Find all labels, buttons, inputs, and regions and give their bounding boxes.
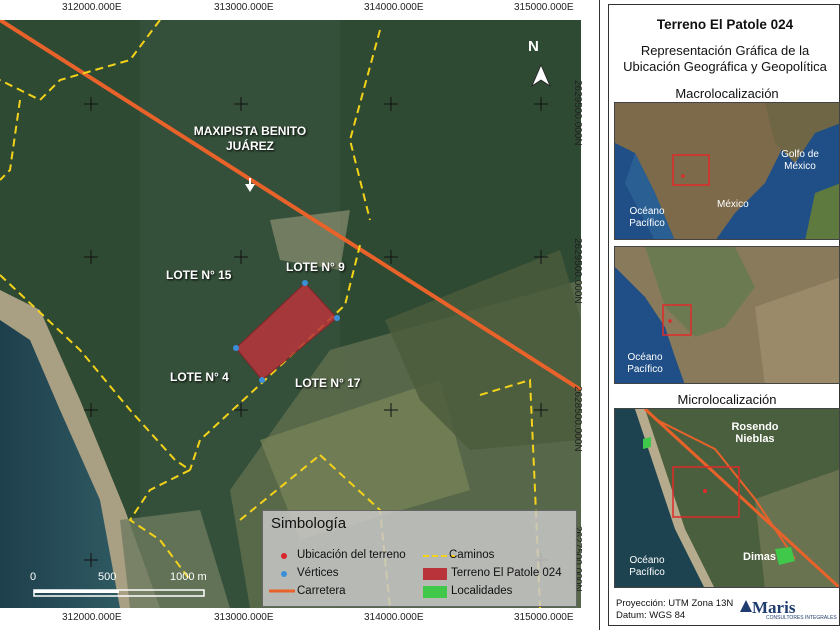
- coord-top-3: 314000.000E: [364, 2, 424, 13]
- micro-label-rosendo: Rosendo Nieblas: [731, 421, 779, 445]
- panel-subtitle-2: Ubicación Geográfica y Geopolítica: [623, 59, 827, 74]
- legend-item-location: Ubicación del terreno: [297, 549, 406, 561]
- legend-title: Simbología: [271, 515, 347, 532]
- red-dot-symbol: [281, 553, 287, 559]
- orange-line-symbol: [269, 589, 295, 593]
- legend-item-paths: Caminos: [449, 549, 495, 561]
- lot-label-17: LOTE N° 17: [295, 376, 361, 390]
- legend-item-localities: Localidades: [451, 585, 513, 597]
- legend-item-vertices: Vértices: [297, 567, 339, 579]
- north-arrow-label: N: [528, 38, 539, 55]
- coord-bottom-4: 315000.000E: [514, 612, 574, 623]
- maris-logo-icon: [740, 600, 752, 612]
- highway-label: MAXIPISTA BENITO JUÁREZ: [193, 124, 307, 153]
- legend-item-parcel: Terreno El Patole 024: [451, 567, 562, 579]
- micro-heading: Microlocalización: [677, 392, 777, 407]
- scale-label-0: 0: [30, 571, 37, 583]
- macro-heading: Macrolocalización: [675, 86, 779, 101]
- coord-top-2: 313000.000E: [214, 2, 274, 13]
- regional-map: Océano Pacífico: [614, 246, 840, 384]
- main-map: 312000.000E 313000.000E 314000.000E 3150…: [0, 0, 600, 630]
- coord-top-1: 312000.000E: [62, 2, 122, 13]
- red-polygon-symbol: [423, 568, 447, 580]
- coord-bottom-3: 314000.000E: [364, 612, 424, 623]
- datum-text: Datum: WGS 84: [616, 610, 686, 621]
- coord-right-1: 2629500.000N: [572, 80, 583, 146]
- blue-dot-symbol: [281, 571, 287, 577]
- micro-label-ocean: Océano Pacífico: [629, 555, 665, 578]
- regional-label-ocean: Océano Pacífico: [627, 352, 663, 375]
- lot-label-9: LOTE N° 9: [286, 260, 345, 274]
- legend-item-highway: Carretera: [297, 585, 346, 597]
- coord-right-3: 2628500.000N: [572, 386, 583, 452]
- macro-label-mexico: México: [717, 199, 749, 210]
- macro-label-ocean: Océano Pacífico: [629, 206, 665, 229]
- maris-logo-sub: CONSULTORES INTEGRALES: [766, 615, 837, 621]
- panel-subtitle-1: Representación Gráfica de la: [640, 43, 810, 58]
- panel-title: Terreno El Patole 024: [656, 17, 794, 32]
- green-polygon-symbol: [423, 586, 447, 598]
- scale-label-1000: 1000 m: [170, 571, 207, 583]
- lot-label-4: LOTE N° 4: [170, 370, 229, 384]
- coord-bottom-2: 313000.000E: [214, 612, 274, 623]
- coord-top-4: 315000.000E: [514, 2, 574, 13]
- micro-map: Rosendo Nieblas Dimas Océano Pacífico: [614, 408, 840, 588]
- scale-label-500: 500: [98, 571, 117, 583]
- lot-label-15: LOTE N° 15: [166, 268, 232, 282]
- coord-right-2: 2629500.000N: [572, 238, 583, 304]
- legend: Simbología Ubicación del terreno Caminos…: [262, 510, 577, 607]
- projection-text: Proyección: UTM Zona 13N: [616, 598, 734, 609]
- scale-bar: [33, 589, 205, 597]
- macro-label-gulf: Golfo de México: [781, 149, 819, 172]
- macro-map: Golfo de México México Océano Pacífico: [614, 102, 840, 240]
- coord-bottom-1: 312000.000E: [62, 612, 122, 623]
- micro-label-dimas: Dimas: [743, 551, 777, 563]
